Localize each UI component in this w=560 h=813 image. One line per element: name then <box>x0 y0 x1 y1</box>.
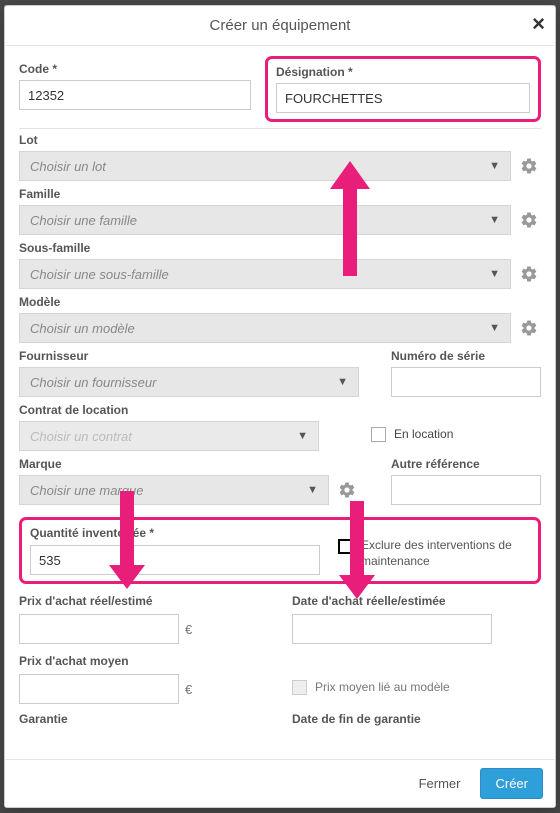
en-location-checkbox[interactable] <box>371 427 386 442</box>
exclude-label: Exclure des interventions de maintenance <box>361 538 530 569</box>
gear-icon[interactable] <box>517 262 541 286</box>
chevron-down-icon: ▼ <box>489 214 500 226</box>
lot-placeholder: Choisir un lot <box>30 159 106 174</box>
prix-moyen-input[interactable] <box>19 674 179 704</box>
currency-symbol: € <box>185 622 192 637</box>
modal-body: Code * Désignation * Lot Choisir un lot … <box>5 46 555 759</box>
gear-icon[interactable] <box>335 478 359 502</box>
fournisseur-placeholder: Choisir un fournisseur <box>30 375 156 390</box>
num-serie-input[interactable] <box>391 367 541 397</box>
famille-select[interactable]: Choisir une famille ▼ <box>19 205 511 235</box>
prix-moyen-label: Prix d'achat moyen <box>19 654 268 668</box>
lot-label: Lot <box>19 133 541 147</box>
lot-select[interactable]: Choisir un lot ▼ <box>19 151 511 181</box>
close-button[interactable]: Fermer <box>405 769 475 798</box>
en-location-label: En location <box>394 427 453 441</box>
prix-reel-input[interactable] <box>19 614 179 644</box>
contrat-placeholder: Choisir un contrat <box>30 429 132 444</box>
chevron-down-icon: ▼ <box>297 430 308 442</box>
designation-label: Désignation * <box>276 65 530 79</box>
num-serie-label: Numéro de série <box>391 349 541 363</box>
currency-symbol: € <box>185 682 192 697</box>
gear-icon[interactable] <box>517 208 541 232</box>
qty-highlight: Quantité inventoriée * Exclure des inter… <box>19 517 541 584</box>
contrat-label: Contrat de location <box>19 403 353 417</box>
chevron-down-icon: ▼ <box>489 160 500 172</box>
modele-label: Modèle <box>19 295 541 309</box>
sous-famille-label: Sous-famille <box>19 241 541 255</box>
qty-input[interactable] <box>30 545 320 575</box>
prix-moyen-lie-label: Prix moyen lié au modèle <box>315 680 450 694</box>
marque-placeholder: Choisir une marque <box>30 483 143 498</box>
modal-footer: Fermer Créer <box>5 759 555 807</box>
modal-header: Créer un équipement × <box>5 6 555 46</box>
date-reelle-input[interactable] <box>292 614 492 644</box>
exclude-checkbox[interactable] <box>338 539 353 554</box>
date-reelle-label: Date d'achat réelle/estimée <box>292 594 541 608</box>
modele-placeholder: Choisir un modèle <box>30 321 135 336</box>
sous-famille-select[interactable]: Choisir une sous-famille ▼ <box>19 259 511 289</box>
gear-icon[interactable] <box>517 316 541 340</box>
modele-select[interactable]: Choisir un modèle ▼ <box>19 313 511 343</box>
chevron-down-icon: ▼ <box>307 484 318 496</box>
code-field-wrap: Code * <box>19 56 251 116</box>
sous-famille-placeholder: Choisir une sous-famille <box>30 267 169 282</box>
fournisseur-label: Fournisseur <box>19 349 373 363</box>
code-label: Code * <box>19 62 251 76</box>
code-input[interactable] <box>19 80 251 110</box>
date-fin-garantie-label: Date de fin de garantie <box>292 712 541 726</box>
qty-label: Quantité inventoriée * <box>30 526 320 540</box>
marque-label: Marque <box>19 457 373 471</box>
famille-placeholder: Choisir une famille <box>30 213 137 228</box>
autre-ref-label: Autre référence <box>391 457 541 471</box>
prix-reel-label: Prix d'achat réel/estimé <box>19 594 268 608</box>
create-equipment-modal: Créer un équipement × Code * Désignation… <box>4 5 556 808</box>
marque-select[interactable]: Choisir une marque ▼ <box>19 475 329 505</box>
famille-label: Famille <box>19 187 541 201</box>
designation-input[interactable] <box>276 83 530 113</box>
designation-highlight: Désignation * <box>265 56 541 122</box>
garantie-label: Garantie <box>19 712 268 726</box>
close-icon[interactable]: × <box>532 11 545 37</box>
chevron-down-icon: ▼ <box>337 376 348 388</box>
autre-ref-input[interactable] <box>391 475 541 505</box>
contrat-select[interactable]: Choisir un contrat ▼ <box>19 421 319 451</box>
fournisseur-select[interactable]: Choisir un fournisseur ▼ <box>19 367 359 397</box>
prix-moyen-lie-checkbox[interactable] <box>292 680 307 695</box>
gear-icon[interactable] <box>517 154 541 178</box>
modal-title: Créer un équipement <box>210 17 351 34</box>
chevron-down-icon: ▼ <box>489 268 500 280</box>
create-button[interactable]: Créer <box>480 768 543 799</box>
chevron-down-icon: ▼ <box>489 322 500 334</box>
